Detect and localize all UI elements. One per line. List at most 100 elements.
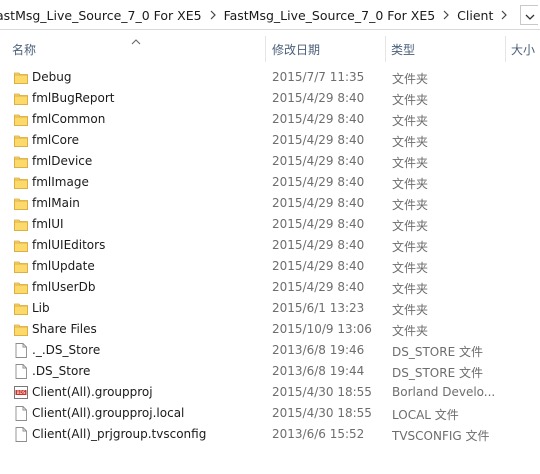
file-name: ._.DS_Store xyxy=(32,343,101,357)
file-modified-date: 2015/4/29 8:40 xyxy=(272,196,365,210)
file-icon xyxy=(14,427,28,442)
column-size-header[interactable]: 大小 xyxy=(511,38,540,60)
file-row[interactable]: .DS_Store 2013/6/8 19:44 DS_STORE 文件 xyxy=(0,361,540,382)
breadcrumb-item-parent[interactable]: astMsg_Live_Source_7_0 For XE5 xyxy=(0,8,204,23)
folder-icon xyxy=(14,238,28,253)
file-type: 文件夹 xyxy=(392,324,429,338)
file-modified-date: 2013/6/6 15:52 xyxy=(272,427,365,441)
column-date-header[interactable]: 修改日期 xyxy=(272,38,384,60)
file-row[interactable]: fmlUIEditors 2015/4/29 8:40 文件夹 xyxy=(0,235,540,256)
file-modified-date: 2015/10/9 13:06 xyxy=(272,322,372,336)
file-name: fmlDevice xyxy=(32,154,93,168)
file-modified-date: 2015/4/29 8:40 xyxy=(272,133,365,147)
file-type: 文件夹 xyxy=(392,219,429,233)
file-type: 文件夹 xyxy=(392,303,429,317)
file-name: fmlUI xyxy=(32,217,64,231)
file-row[interactable]: fmlDevice 2015/4/29 8:40 文件夹 xyxy=(0,151,540,172)
file-modified-date: 2015/4/29 8:40 xyxy=(272,91,365,105)
file-modified-date: 2015/4/29 8:40 xyxy=(272,217,365,231)
file-modified-date: 2015/4/29 8:40 xyxy=(272,238,365,252)
file-name: fmlUIEditors xyxy=(32,238,106,252)
file-type: 文件夹 xyxy=(392,198,429,212)
file-modified-date: 2015/4/29 8:40 xyxy=(272,280,365,294)
file-row[interactable]: ._.DS_Store 2013/6/8 19:46 DS_STORE 文件 xyxy=(0,340,540,361)
file-name: Client(All).groupproj xyxy=(32,385,153,399)
file-row[interactable]: fmlCommon 2015/4/29 8:40 文件夹 xyxy=(0,109,540,130)
file-type: 文件夹 xyxy=(392,261,429,275)
file-modified-date: 2015/7/7 11:35 xyxy=(272,70,365,84)
address-history-button[interactable] xyxy=(520,5,538,25)
file-row[interactable]: fmlUpdate 2015/4/29 8:40 文件夹 xyxy=(0,256,540,277)
file-name: fmlMain xyxy=(32,196,80,210)
file-name: fmlCommon xyxy=(32,112,106,126)
breadcrumb-item-project[interactable]: FastMsg_Live_Source_7_0 For XE5 xyxy=(222,8,438,23)
file-type: LOCAL 文件 xyxy=(392,408,459,422)
file-type: DS_STORE 文件 xyxy=(392,366,483,380)
file-type: 文件夹 xyxy=(392,72,429,86)
file-explorer-window: astMsg_Live_Source_7_0 For XE5 FastMsg_L… xyxy=(0,0,540,474)
column-divider[interactable] xyxy=(505,36,506,62)
file-type: 文件夹 xyxy=(392,282,429,296)
file-name: Client(All)_prjgroup.tvsconfig xyxy=(32,427,207,441)
folder-icon xyxy=(14,154,28,169)
file-row[interactable]: BDS Client(All).groupproj 2015/4/30 18:55 B… xyxy=(0,382,540,403)
file-row[interactable]: Share Files 2015/10/9 13:06 文件夹 xyxy=(0,319,540,340)
folder-icon xyxy=(14,301,28,316)
file-icon xyxy=(14,406,28,421)
column-divider[interactable] xyxy=(265,36,266,62)
file-modified-date: 2015/4/29 8:40 xyxy=(272,175,365,189)
folder-icon xyxy=(14,196,28,211)
folder-icon xyxy=(14,217,28,232)
file-row[interactable]: Lib 2015/6/1 13:23 文件夹 xyxy=(0,298,540,319)
file-name: fmlUpdate xyxy=(32,259,95,273)
file-modified-date: 2015/4/29 8:40 xyxy=(272,154,365,168)
file-type: 文件夹 xyxy=(392,114,429,128)
file-name: fmlBugReport xyxy=(32,91,115,105)
file-row[interactable]: fmlMain 2015/4/29 8:40 文件夹 xyxy=(0,193,540,214)
file-type: DS_STORE 文件 xyxy=(392,345,483,359)
file-modified-date: 2013/6/8 19:44 xyxy=(272,364,365,378)
file-name: Share Files xyxy=(32,322,97,336)
file-icon xyxy=(14,364,28,379)
file-icon xyxy=(14,343,28,358)
address-bar[interactable]: astMsg_Live_Source_7_0 For XE5 FastMsg_L… xyxy=(0,0,540,30)
file-row[interactable]: fmlUI 2015/4/29 8:40 文件夹 xyxy=(0,214,540,235)
file-type: Borland Develo... xyxy=(392,385,496,399)
folder-icon xyxy=(14,70,28,85)
column-divider[interactable] xyxy=(385,36,386,62)
folder-icon xyxy=(14,133,28,148)
file-row[interactable]: fmlBugReport 2015/4/29 8:40 文件夹 xyxy=(0,88,540,109)
folder-icon xyxy=(14,91,28,106)
file-name: fmlImage xyxy=(32,175,89,189)
chevron-right-icon[interactable] xyxy=(495,10,513,20)
file-name: Client(All).groupproj.local xyxy=(32,406,185,420)
file-name: .DS_Store xyxy=(32,364,91,378)
column-header: 名称 修改日期 类型 大小 xyxy=(0,30,540,63)
file-type: 文件夹 xyxy=(392,156,429,170)
folder-icon xyxy=(14,259,28,274)
file-name: fmlUserDb xyxy=(32,280,96,294)
breadcrumb-item-current[interactable]: Client xyxy=(455,8,495,23)
file-row[interactable]: Debug 2015/7/7 11:35 文件夹 xyxy=(0,67,540,88)
folder-icon xyxy=(14,280,28,295)
file-row[interactable]: Client(All).groupproj.local 2015/4/30 18:… xyxy=(0,403,540,424)
file-modified-date: 2015/4/29 8:40 xyxy=(272,259,365,273)
column-name-header[interactable]: 名称 xyxy=(12,38,264,60)
chevron-right-icon[interactable] xyxy=(437,10,455,20)
file-modified-date: 2015/4/29 8:40 xyxy=(272,112,365,126)
file-row[interactable]: Client(All)_prjgroup.tvsconfig 2013/6/6 1… xyxy=(0,424,540,445)
file-row[interactable]: fmlUserDb 2015/4/29 8:40 文件夹 xyxy=(0,277,540,298)
borland-project-icon: BDS xyxy=(14,385,28,400)
file-type: TVSCONFIG 文件 xyxy=(392,429,490,443)
file-name: Lib xyxy=(32,301,50,315)
file-row[interactable]: fmlCore 2015/4/29 8:40 文件夹 xyxy=(0,130,540,151)
file-modified-date: 2015/6/1 13:23 xyxy=(272,301,365,315)
file-modified-date: 2015/4/30 18:55 xyxy=(272,406,372,420)
file-type: 文件夹 xyxy=(392,93,429,107)
chevron-down-icon xyxy=(525,6,535,25)
folder-icon xyxy=(14,175,28,190)
file-row[interactable]: fmlImage 2015/4/29 8:40 文件夹 xyxy=(0,172,540,193)
chevron-right-icon[interactable] xyxy=(204,10,222,20)
column-type-header[interactable]: 类型 xyxy=(391,38,503,60)
file-name: Debug xyxy=(32,70,72,84)
